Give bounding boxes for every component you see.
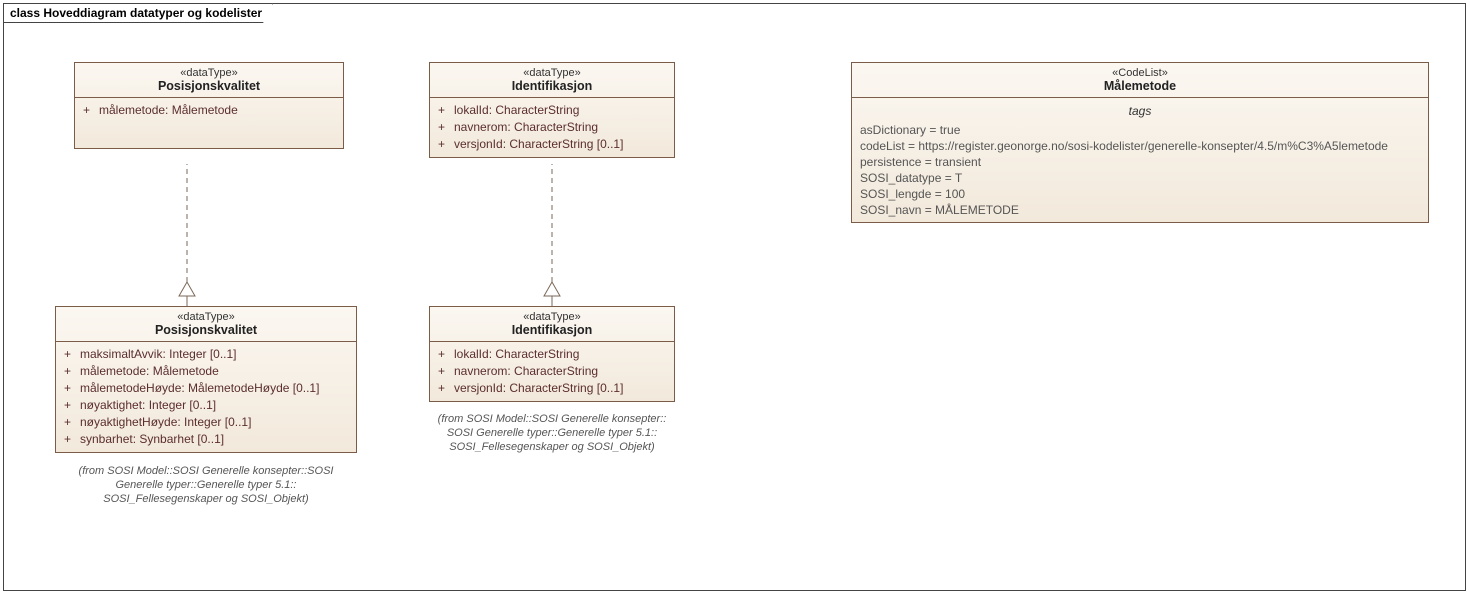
class-posisjonskvalitet-bottom[interactable]: «dataType» Posisjonskvalitet +maksimaltA… [55, 306, 357, 453]
class-malemetode[interactable]: «CodeList» Målemetode tags asDictionary … [851, 62, 1429, 223]
class-header: «dataType» Identifikasjon [430, 307, 674, 342]
class-identifikasjon-top[interactable]: «dataType» Identifikasjon +lokalId: Char… [429, 62, 675, 158]
class-from-note: (from SOSI Model::SOSI Generelle konsept… [55, 464, 357, 506]
class-body: +lokalId: CharacterString +navnerom: Cha… [430, 342, 674, 401]
diagram-title: class Hoveddiagram datatyper og kodelist… [10, 6, 262, 20]
class-body: +maksimaltAvvik: Integer [0..1] +målemet… [56, 342, 356, 452]
tag-row: persistence = transient [860, 154, 1420, 170]
stereotype: «CodeList» [858, 67, 1422, 79]
tag-row: SOSI_datatype = T [860, 170, 1420, 186]
attribute-row: +målemetode: Målemetode [64, 363, 348, 380]
attribute-row: +versjonId: CharacterString [0..1] [438, 136, 666, 153]
class-name: Målemetode [858, 79, 1422, 93]
class-name: Identifikasjon [436, 79, 668, 93]
diagram-frame: class Hoveddiagram datatyper og kodelist… [3, 3, 1466, 591]
attribute-row: +nøyaktighet: Integer [0..1] [64, 397, 348, 414]
attribute-row: +lokalId: CharacterString [438, 346, 666, 363]
class-body: tags asDictionary = true codeList = http… [852, 98, 1428, 222]
stereotype: «dataType» [81, 67, 337, 79]
class-name: Posisjonskvalitet [62, 323, 350, 337]
attribute-row: +nøyaktighetHøyde: Integer [0..1] [64, 414, 348, 431]
class-posisjonskvalitet-top[interactable]: «dataType» Posisjonskvalitet + målemetod… [74, 62, 344, 149]
class-name: Identifikasjon [436, 323, 668, 337]
class-name: Posisjonskvalitet [81, 79, 337, 93]
attribute-row: +målemetodeHøyde: MålemetodeHøyde [0..1] [64, 380, 348, 397]
class-header: «CodeList» Målemetode [852, 63, 1428, 98]
diagram-title-tab: class Hoveddiagram datatyper og kodelist… [3, 3, 273, 23]
class-header: «dataType» Posisjonskvalitet [75, 63, 343, 98]
tag-row: SOSI_lengde = 100 [860, 186, 1420, 202]
attribute-text: målemetode: Målemetode [99, 102, 335, 119]
class-identifikasjon-bottom[interactable]: «dataType» Identifikasjon +lokalId: Char… [429, 306, 675, 402]
attribute-row: +versjonId: CharacterString [0..1] [438, 380, 666, 397]
attribute-row: +navnerom: CharacterString [438, 363, 666, 380]
class-header: «dataType» Posisjonskvalitet [56, 307, 356, 342]
stereotype: «dataType» [62, 311, 350, 323]
attribute-row: +synbarhet: Synbarhet [0..1] [64, 431, 348, 448]
class-body: +lokalId: CharacterString +navnerom: Cha… [430, 98, 674, 157]
stereotype: «dataType» [436, 67, 668, 79]
class-header: «dataType» Identifikasjon [430, 63, 674, 98]
attribute-row: +maksimaltAvvik: Integer [0..1] [64, 346, 348, 363]
tags-heading: tags [860, 102, 1420, 122]
attribute-row: +navnerom: CharacterString [438, 119, 666, 136]
class-body: + målemetode: Målemetode [75, 98, 343, 148]
tag-row: asDictionary = true [860, 122, 1420, 138]
tag-row: codeList = https://register.geonorge.no/… [860, 138, 1420, 154]
visibility: + [83, 102, 99, 119]
tag-row: SOSI_navn = MÅLEMETODE [860, 202, 1420, 218]
stereotype: «dataType» [436, 311, 668, 323]
attribute-row: + målemetode: Målemetode [83, 102, 335, 119]
attribute-row: +lokalId: CharacterString [438, 102, 666, 119]
class-from-note: (from SOSI Model::SOSI Generelle konsept… [418, 412, 686, 454]
